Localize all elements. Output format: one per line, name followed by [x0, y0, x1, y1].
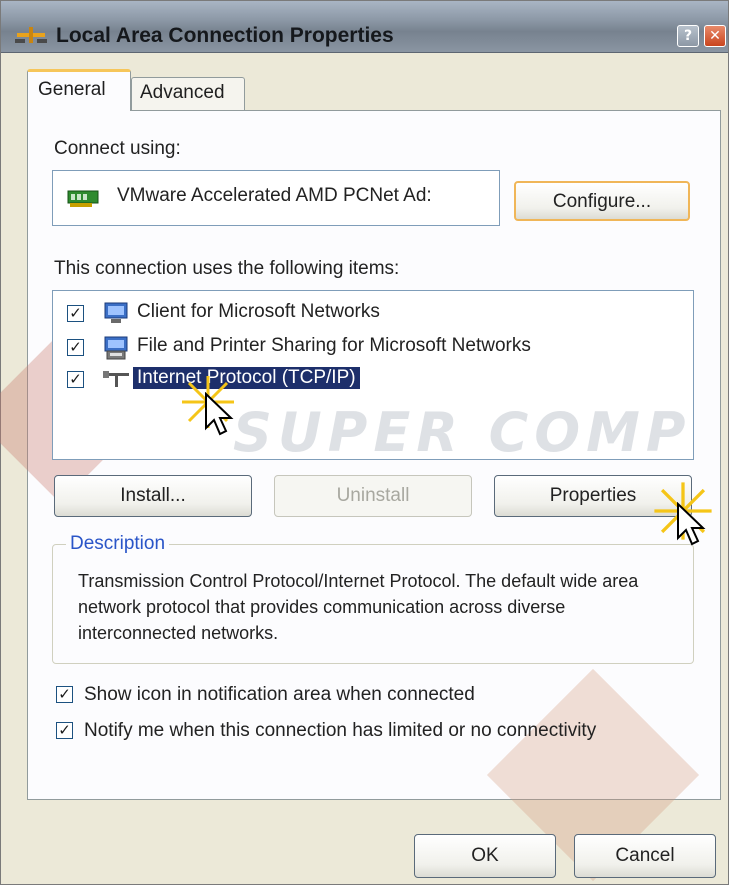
connect-using-label: Connect using: [54, 138, 181, 159]
watermark-text: SUPER COMPUTER [233, 401, 693, 460]
network-protocol-icon [103, 371, 129, 387]
network-adapter-icon [67, 190, 99, 207]
printer-sharing-icon [104, 336, 128, 360]
notify-checkbox[interactable]: ✓ [56, 722, 73, 739]
mouse-cursor-icon [677, 502, 706, 546]
description-text: Transmission Control Protocol/Internet P… [78, 571, 639, 643]
uninstall-button[interactable]: Uninstall [274, 475, 472, 517]
client-checkbox[interactable]: ✓ [67, 305, 84, 322]
file-sharing-checkbox[interactable]: ✓ [67, 339, 84, 356]
mouse-cursor-icon [205, 392, 234, 436]
item-label: Client for Microsoft Networks [137, 301, 380, 322]
show-icon-checkbox[interactable]: ✓ [56, 686, 73, 703]
items-label: This connection uses the following items… [54, 258, 400, 279]
adapter-field: VMware Accelerated AMD PCNet Ad: [52, 170, 500, 226]
item-label: File and Printer Sharing for Microsoft N… [137, 335, 531, 356]
configure-button[interactable]: Configure... [514, 181, 690, 221]
ok-button[interactable]: OK [414, 834, 556, 878]
components-list[interactable]: SUPER COMPUTER ✓ Client for Microsoft Ne… [52, 290, 694, 460]
install-button[interactable]: Install... [54, 475, 252, 517]
description-legend: Description [66, 533, 170, 555]
cancel-button[interactable]: Cancel [574, 834, 716, 878]
item-label-selected: Internet Protocol (TCP/IP) [133, 367, 360, 389]
show-icon-label: Show icon in notification area when conn… [84, 684, 475, 705]
network-client-icon [104, 302, 128, 323]
notify-label: Notify me when this connection has limit… [84, 720, 597, 741]
adapter-name: VMware Accelerated AMD PCNet Ad: [117, 185, 432, 206]
tcpip-checkbox[interactable]: ✓ [67, 371, 84, 388]
